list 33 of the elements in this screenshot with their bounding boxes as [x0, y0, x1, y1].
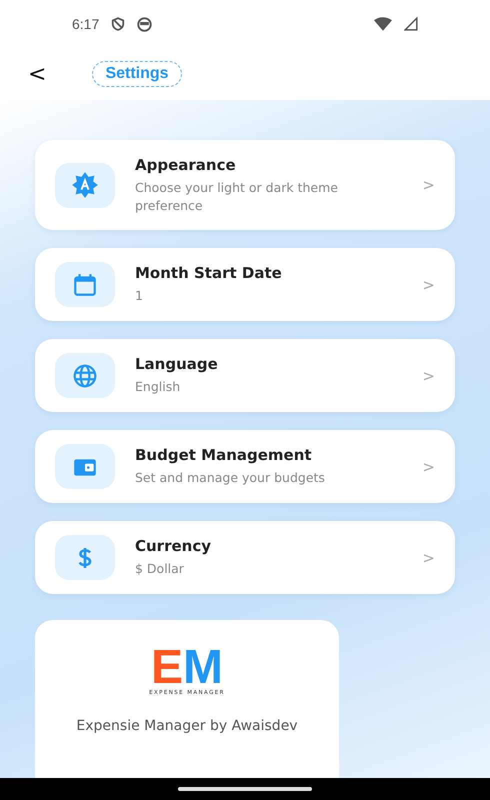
item-subtitle: $ Dollar	[135, 560, 185, 578]
home-indicator[interactable]	[178, 787, 312, 791]
logo-letter: E	[151, 648, 184, 688]
back-button[interactable]: <	[24, 62, 50, 86]
chevron-icon: >	[422, 548, 435, 566]
item-title: Appearance	[135, 156, 237, 174]
signal-icon	[404, 17, 418, 31]
calendar-icon	[72, 272, 98, 298]
chevron-icon: >	[422, 276, 435, 294]
app-name: Expensie Manager by Awaisdev	[76, 718, 298, 734]
settings-item[interactable]: Language English >	[35, 339, 455, 412]
status-time: 6:17	[72, 16, 100, 32]
item-title: Budget Management	[135, 446, 313, 464]
page-title: Settings	[92, 61, 182, 87]
item-title: Language	[135, 355, 219, 373]
item-title: Month Start Date	[135, 264, 283, 282]
logo-letter: M	[183, 648, 223, 688]
globe-icon	[72, 362, 98, 388]
chevron-icon: >	[422, 458, 435, 476]
item-subtitle: Set and manage your budgets	[135, 469, 326, 487]
wifi-icon	[374, 17, 392, 31]
settings-item[interactable]: Currency $ Dollar >	[35, 521, 455, 594]
item-subtitle: Choose your light or dark theme preference	[135, 178, 339, 214]
item-subtitle: 1	[135, 287, 144, 305]
item-title: Currency	[135, 537, 212, 555]
shield-icon	[111, 17, 126, 31]
settings-item[interactable]: Budget Management Set and manage your budgets >	[35, 430, 455, 503]
chevron-icon: >	[422, 366, 435, 384]
chevron-icon: >	[422, 176, 435, 194]
settings-item[interactable]: Appearance Choose your light or dark theme preference >	[35, 140, 455, 230]
brightness-icon	[71, 171, 99, 199]
settings-item[interactable]: Month Start Date 1 >	[35, 248, 455, 321]
item-subtitle: English	[135, 378, 182, 396]
